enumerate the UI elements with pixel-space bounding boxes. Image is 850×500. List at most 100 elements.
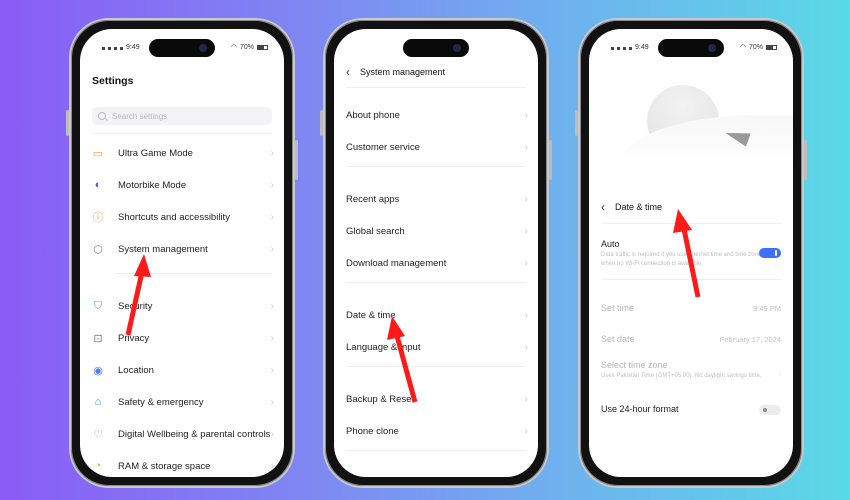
menu-item-label: Recent apps — [346, 193, 400, 205]
dune-illustration — [619, 115, 793, 165]
pie-chart-icon: ◔ — [94, 460, 102, 472]
chevron-right-icon: › — [524, 257, 528, 269]
set-time-value: 9:49 PM — [753, 304, 781, 313]
back-arrow-icon[interactable]: ‹ — [346, 65, 350, 79]
alarm-bell-icon: ⌂ — [94, 396, 102, 408]
system-hexagon-icon: ⬡ — [93, 243, 103, 256]
time-zone-description: Uses Pakistan Time (GMT+05:00). No dayli… — [601, 373, 762, 379]
power-button — [804, 140, 807, 180]
settings-item-label: Shortcuts and accessibility — [118, 211, 230, 223]
auto-toggle[interactable] — [759, 248, 781, 258]
phone-system-management: ‹ System management About phone › Customer… — [320, 18, 552, 488]
chevron-right-icon: › — [524, 141, 528, 153]
red-arrow-annotation — [387, 316, 418, 403]
battery-icon — [257, 44, 268, 50]
volume-button — [320, 110, 323, 136]
search-icon — [98, 112, 106, 120]
settings-item-ultra-game-mode[interactable]: ▭ Ultra Game Mode › — [80, 137, 284, 169]
accessibility-icon: ⓘ — [92, 212, 104, 224]
camera-icon — [199, 44, 207, 52]
menu-item-language-input[interactable]: Language & input › — [334, 331, 538, 363]
battery-icon — [766, 44, 777, 50]
power-button — [549, 140, 552, 180]
time-zone-label: Select time zone — [601, 360, 668, 370]
dynamic-island — [658, 39, 724, 57]
chevron-right-icon: › — [524, 341, 528, 353]
wifi-icon: ◠ — [739, 44, 746, 51]
settings-item-privacy[interactable]: ⊡ Privacy › — [80, 322, 284, 354]
menu-item-label: Global search — [346, 225, 405, 237]
auto-label: Auto — [601, 239, 620, 249]
menu-item-download-management[interactable]: Download management › — [334, 247, 538, 279]
menu-item-about-phone[interactable]: About phone › — [334, 99, 538, 131]
chevron-right-icon: › — [270, 460, 274, 472]
settings-item-label: Location — [118, 364, 154, 376]
settings-item-ram-storage-space[interactable]: ◔ RAM & storage space › — [80, 450, 284, 477]
arrow-head — [134, 254, 151, 277]
battery-percent: 70% — [748, 43, 763, 51]
settings-item-label: Digital Wellbeing & parental controls — [118, 428, 271, 440]
set-date-value: February 17, 2024 — [719, 335, 781, 344]
settings-item-shortcuts-and-accessibility[interactable]: ⓘ Shortcuts and accessibility › — [80, 201, 284, 233]
menu-item-recent-apps[interactable]: Recent apps › — [334, 183, 538, 215]
arrow-shaft — [125, 271, 145, 336]
page-title: Date & time — [615, 202, 663, 212]
arrow-head — [387, 316, 405, 340]
page-title: Settings — [92, 75, 134, 87]
menu-item-developer-options[interactable]: Developer options› — [334, 467, 538, 477]
search-placeholder: Search settings — [112, 111, 168, 121]
chevron-right-icon: › — [524, 193, 528, 205]
settings-item-safety-emergency[interactable]: ⌂ Safety & emergency › — [80, 386, 284, 418]
settings-item-label: Motorbike Mode — [118, 179, 187, 191]
chevron-right-icon: › — [524, 309, 528, 321]
divider — [346, 366, 526, 367]
menu-item-date-time[interactable]: Date & time › — [334, 299, 538, 331]
settings-item-label: Safety & emergency — [118, 396, 204, 408]
settings-item-label: Ultra Game Mode — [118, 147, 193, 159]
settings-item-digital-wellbeing-parental-controls[interactable]: ♡ Digital Wellbeing & parental controls › — [80, 418, 284, 450]
game-controller-icon: ▭ — [92, 147, 104, 160]
signal-icon — [611, 45, 620, 50]
helmet-icon: ◐ — [94, 179, 102, 191]
wellbeing-heart-icon: ♡ — [93, 428, 103, 441]
chevron-right-icon: › — [524, 425, 528, 437]
arrow-shaft — [681, 228, 701, 298]
set-date-label: Set date — [601, 334, 635, 344]
camera-icon — [708, 44, 716, 52]
divider — [92, 133, 272, 134]
set-time-label: Set time — [601, 303, 635, 313]
settings-item-system-management[interactable]: ⬡ System management › — [80, 233, 284, 265]
menu-item-phone-clone[interactable]: Phone clone › — [334, 415, 538, 447]
settings-item-security[interactable]: ⛉Security› — [80, 290, 284, 322]
chevron-right-icon: › — [270, 147, 274, 159]
shield-icon: ⛉ — [93, 299, 103, 312]
divider — [346, 87, 526, 88]
battery-percent: 70% — [239, 43, 254, 51]
signal-icon — [623, 45, 632, 50]
hero-illustration — [589, 65, 793, 165]
chevron-right-icon: › — [524, 109, 528, 121]
red-arrow-annotation — [673, 209, 701, 298]
search-input[interactable]: Search settings — [92, 107, 272, 125]
menu-item-global-search[interactable]: Global search › — [334, 215, 538, 247]
chevron-right-icon: › — [270, 364, 274, 376]
volume-button — [575, 110, 578, 136]
menu-item-customer-service[interactable]: Customer service › — [334, 131, 538, 163]
settings-item-location[interactable]: ◉ Location › — [80, 354, 284, 386]
screen: 9:49 ◠ 70% Settings Search settings ▭ Ultr… — [80, 29, 284, 477]
volume-button — [66, 110, 69, 136]
settings-item-motorbike-mode[interactable]: ◐ Motorbike Mode › — [80, 169, 284, 201]
chevron-right-icon: › — [270, 243, 274, 255]
chevron-right-icon: › — [270, 179, 274, 191]
menu-item-backup-reset[interactable]: Backup & Reset › — [334, 383, 538, 415]
location-pin-icon: ◉ — [93, 364, 103, 377]
red-arrow-annotation — [125, 254, 151, 336]
hour-format-toggle[interactable] — [759, 405, 781, 415]
page-title: System management — [360, 67, 446, 77]
divider — [346, 450, 526, 451]
divider — [346, 282, 526, 283]
chevron-right-icon: › — [270, 211, 274, 223]
back-arrow-icon[interactable]: ‹ — [601, 200, 605, 214]
chevron-right-icon: › — [270, 300, 274, 312]
chevron-right-icon: › — [270, 428, 274, 440]
